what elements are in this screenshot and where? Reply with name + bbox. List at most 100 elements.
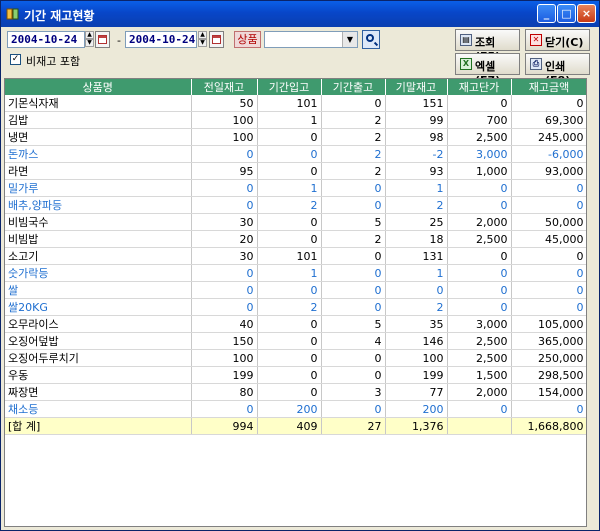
cell-in: 409 bbox=[257, 417, 322, 435]
stock-grid[interactable]: 상품명 전일재고 기간입고 기간출고 기말재고 재고단가 재고금액 기몬식자재 5… bbox=[4, 78, 587, 527]
table-row[interactable]: 비빔국수 30 0 5 25 2,000 50,000 bbox=[5, 213, 586, 231]
cell-name: 소고기 bbox=[5, 247, 192, 265]
cell-prev: 100 bbox=[191, 349, 258, 367]
cell-in: 0 bbox=[257, 281, 322, 299]
spin-up-icon[interactable]: ▲ bbox=[85, 31, 94, 39]
cell-end: 131 bbox=[385, 247, 448, 265]
cell-amount: 93,000 bbox=[511, 162, 586, 180]
cell-prev: 20 bbox=[191, 230, 258, 248]
chevron-down-icon[interactable]: ▼ bbox=[342, 32, 357, 47]
close-button[interactable]: ✕ 닫기(C) bbox=[525, 29, 590, 51]
cell-name: 김밥 bbox=[5, 111, 192, 129]
cell-in: 200 bbox=[257, 400, 322, 418]
close-x-icon: ✕ bbox=[530, 34, 542, 46]
end-date-calendar-button[interactable] bbox=[209, 31, 224, 48]
column-header[interactable]: 기간출고 bbox=[321, 79, 386, 95]
table-row[interactable]: 우동 199 0 0 199 1,500 298,500 bbox=[5, 366, 586, 384]
cell-out: 0 bbox=[321, 95, 386, 112]
cell-end: 200 bbox=[385, 400, 448, 418]
close-icon: × bbox=[581, 7, 592, 20]
column-header[interactable]: 기간입고 bbox=[257, 79, 322, 95]
end-date-spinner[interactable]: ▲ ▼ bbox=[198, 31, 207, 48]
cell-amount: 0 bbox=[511, 179, 586, 197]
cell-unit: 2,500 bbox=[447, 128, 512, 146]
table-row[interactable]: 배추,양파등 0 2 0 2 0 0 bbox=[5, 196, 586, 214]
product-label-button[interactable]: 상품 bbox=[234, 31, 261, 48]
spin-up-icon[interactable]: ▲ bbox=[198, 31, 207, 39]
table-row[interactable]: 냉면 100 0 2 98 2,500 245,000 bbox=[5, 128, 586, 146]
table-row[interactable]: 채소등 0 200 0 200 0 0 bbox=[5, 400, 586, 418]
table-row[interactable]: 기몬식자재 50 101 0 151 0 0 bbox=[5, 95, 586, 112]
excel-button[interactable]: X 엑셀(F7) bbox=[455, 53, 520, 87]
maximize-button[interactable]: □ bbox=[557, 4, 576, 23]
cell-name: 채소등 bbox=[5, 400, 192, 418]
cell-out: 0 bbox=[321, 179, 386, 197]
cell-end: -2 bbox=[385, 145, 448, 163]
spin-down-icon[interactable]: ▼ bbox=[198, 39, 207, 47]
cell-unit: 700 bbox=[447, 111, 512, 129]
include-no-stock-checkbox[interactable]: ✓ bbox=[10, 54, 21, 65]
start-date-calendar-button[interactable] bbox=[95, 31, 110, 48]
print-button[interactable]: ⎙ 인쇄(F8) bbox=[525, 53, 590, 87]
spin-down-icon[interactable]: ▼ bbox=[85, 39, 94, 47]
cell-name: 밀가루 bbox=[5, 179, 192, 197]
cell-name: 돈까스 bbox=[5, 145, 192, 163]
table-row[interactable]: 쌀20KG 0 2 0 2 0 0 bbox=[5, 298, 586, 316]
table-row[interactable]: 김밥 100 1 2 99 700 69,300 bbox=[5, 111, 586, 129]
start-date-spinner[interactable]: ▲ ▼ bbox=[85, 31, 94, 48]
cell-out: 2 bbox=[321, 145, 386, 163]
table-row[interactable]: 비빔밥 20 0 2 18 2,500 45,000 bbox=[5, 230, 586, 248]
cell-out: 0 bbox=[321, 196, 386, 214]
table-row[interactable]: 밀가루 0 1 0 1 0 0 bbox=[5, 179, 586, 197]
excel-icon: X bbox=[460, 58, 472, 70]
cell-amount: 0 bbox=[511, 264, 586, 282]
cell-end: 25 bbox=[385, 213, 448, 231]
cell-unit: 1,500 bbox=[447, 366, 512, 384]
close-window-button[interactable]: × bbox=[577, 4, 596, 23]
column-header[interactable]: 기말재고 bbox=[385, 79, 448, 95]
cell-prev: 994 bbox=[191, 417, 258, 435]
cell-unit: 0 bbox=[447, 95, 512, 112]
product-search-button[interactable] bbox=[362, 30, 380, 49]
cell-in: 0 bbox=[257, 315, 322, 333]
include-no-stock-label: 비재고 포함 bbox=[26, 55, 81, 68]
query-button[interactable]: ▤ 조회(F5) bbox=[455, 29, 520, 63]
cell-amount: 1,668,800 bbox=[511, 417, 586, 435]
table-row[interactable]: 소고기 30 101 0 131 0 0 bbox=[5, 247, 586, 265]
table-row[interactable]: 오징어덮밥 150 0 4 146 2,500 365,000 bbox=[5, 332, 586, 350]
product-select[interactable]: ▼ bbox=[264, 31, 358, 48]
cell-name: 비빔국수 bbox=[5, 213, 192, 231]
table-row[interactable]: 오징어두루치기 100 0 0 100 2,500 250,000 bbox=[5, 349, 586, 367]
cell-prev: 0 bbox=[191, 264, 258, 282]
title-bar[interactable]: 기간 재고현황 _ □ × bbox=[1, 1, 599, 27]
cell-out: 0 bbox=[321, 349, 386, 367]
cell-prev: 30 bbox=[191, 213, 258, 231]
table-row[interactable]: 숫가락등 0 1 0 1 0 0 bbox=[5, 264, 586, 282]
minimize-button[interactable]: _ bbox=[537, 4, 556, 23]
cell-end: 99 bbox=[385, 111, 448, 129]
cell-unit: 0 bbox=[447, 264, 512, 282]
cell-unit: 0 bbox=[447, 298, 512, 316]
cell-in: 0 bbox=[257, 366, 322, 384]
cell-prev: 80 bbox=[191, 383, 258, 401]
grid-scrollbar-area bbox=[588, 78, 598, 527]
window-title: 기간 재고현황 bbox=[24, 9, 95, 23]
table-row[interactable]: 돈까스 0 0 2 -2 3,000 -6,000 bbox=[5, 145, 586, 163]
start-date-input[interactable]: 2004-10-24 bbox=[7, 31, 85, 48]
cell-out: 0 bbox=[321, 247, 386, 265]
column-header[interactable]: 재고금액 bbox=[511, 79, 586, 95]
cell-name: 쌀20KG bbox=[5, 298, 192, 316]
cell-unit: 0 bbox=[447, 400, 512, 418]
table-row[interactable]: 라면 95 0 2 93 1,000 93,000 bbox=[5, 162, 586, 180]
search-icon bbox=[366, 34, 374, 42]
table-row[interactable]: 오무라이스 40 0 5 35 3,000 105,000 bbox=[5, 315, 586, 333]
cell-unit: 1,000 bbox=[447, 162, 512, 180]
column-header[interactable]: 전일재고 bbox=[191, 79, 258, 95]
column-header[interactable]: 상품명 bbox=[5, 79, 192, 95]
column-header[interactable]: 재고단가 bbox=[447, 79, 512, 95]
total-row[interactable]: [합 계] 994 409 27 1,376 1,668,800 bbox=[5, 417, 586, 435]
end-date-input[interactable]: 2004-10-24 bbox=[125, 31, 197, 48]
cell-in: 0 bbox=[257, 332, 322, 350]
table-row[interactable]: 쌀000000 bbox=[5, 281, 586, 299]
table-row[interactable]: 짜장면 80 0 3 77 2,000 154,000 bbox=[5, 383, 586, 401]
